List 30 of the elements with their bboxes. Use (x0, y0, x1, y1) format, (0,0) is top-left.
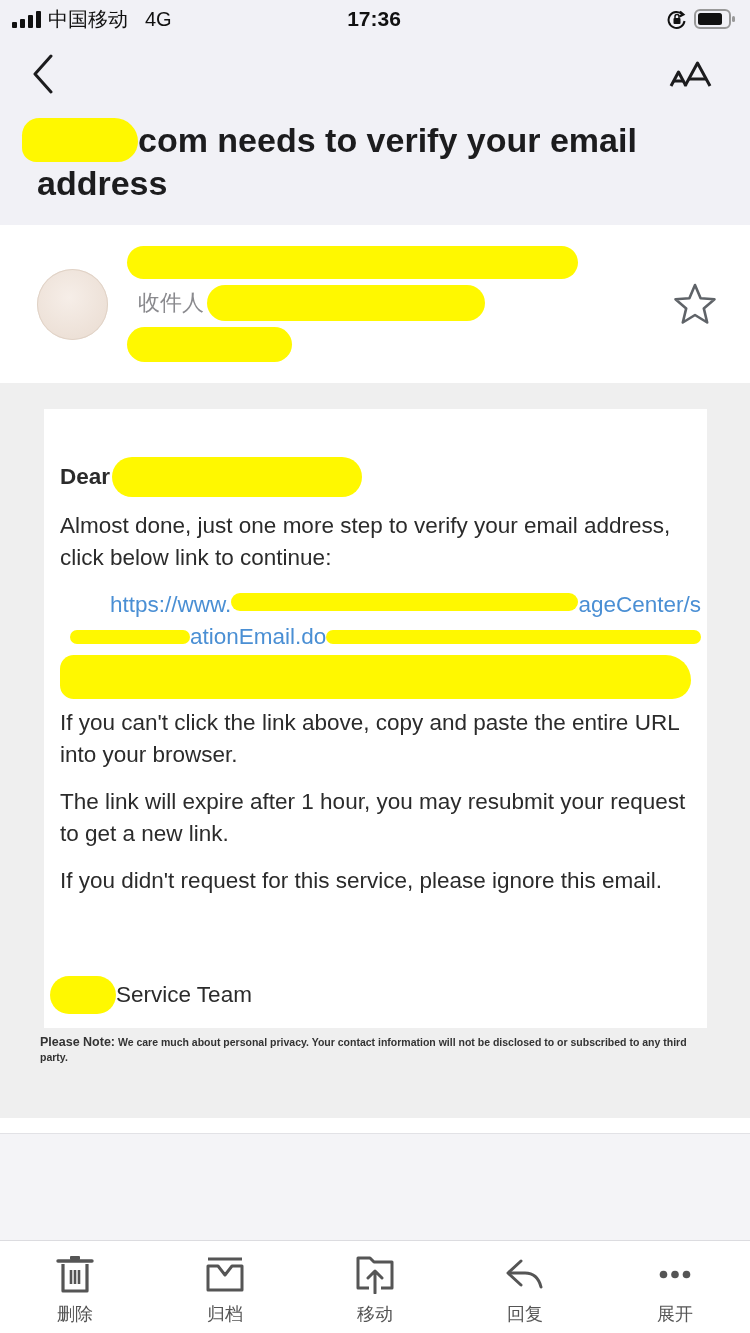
archive-button[interactable]: 归档 (205, 1241, 245, 1325)
recipient-label: 收件人 (138, 289, 204, 317)
text-size-button[interactable] (669, 60, 712, 88)
star-icon[interactable] (673, 283, 717, 325)
body-paragraph: If you can't click the link above, copy and paste the entire URL into your browser. (60, 709, 680, 769)
signature-text: Service Team (116, 981, 252, 1009)
greeting-text: Dear (60, 463, 111, 491)
trash-icon (55, 1254, 95, 1294)
carrier-name: 中国移动 (48, 6, 128, 32)
rotation-lock-icon (667, 9, 686, 29)
reply-arrow-icon (505, 1259, 545, 1289)
battery-icon (694, 9, 736, 29)
delete-button[interactable]: 删除 (55, 1241, 95, 1325)
more-icon (659, 1269, 691, 1279)
body-paragraph: Almost done, just one more step to verify your email address, click below link to continue: (60, 512, 672, 572)
body-paragraph: The link will expire after 1 hour, you may resubmit your request to get a new link. (60, 788, 687, 848)
back-button[interactable] (32, 54, 54, 94)
body-paragraph: If you didn't request for this service, please ignore this email. (60, 867, 664, 895)
more-button[interactable]: 展开 (655, 1241, 695, 1325)
reply-button[interactable]: 回复 (505, 1241, 545, 1325)
network-type: 4G (145, 7, 172, 31)
chevron-left-icon (32, 54, 54, 94)
email-subject: com needs to verify your email address (37, 121, 637, 202)
move-button[interactable]: 移动 (355, 1241, 395, 1325)
text-size-icon (669, 60, 712, 88)
privacy-note: Please Note: We care much about personal privacy. Your contact information will not be disclosed to or subscribed to any third party. (40, 1035, 688, 1065)
tray-icon (205, 1256, 245, 1292)
signal-icon (12, 10, 41, 28)
folder-arrow-icon (355, 1254, 395, 1294)
status-time: 17:36 (347, 7, 401, 31)
